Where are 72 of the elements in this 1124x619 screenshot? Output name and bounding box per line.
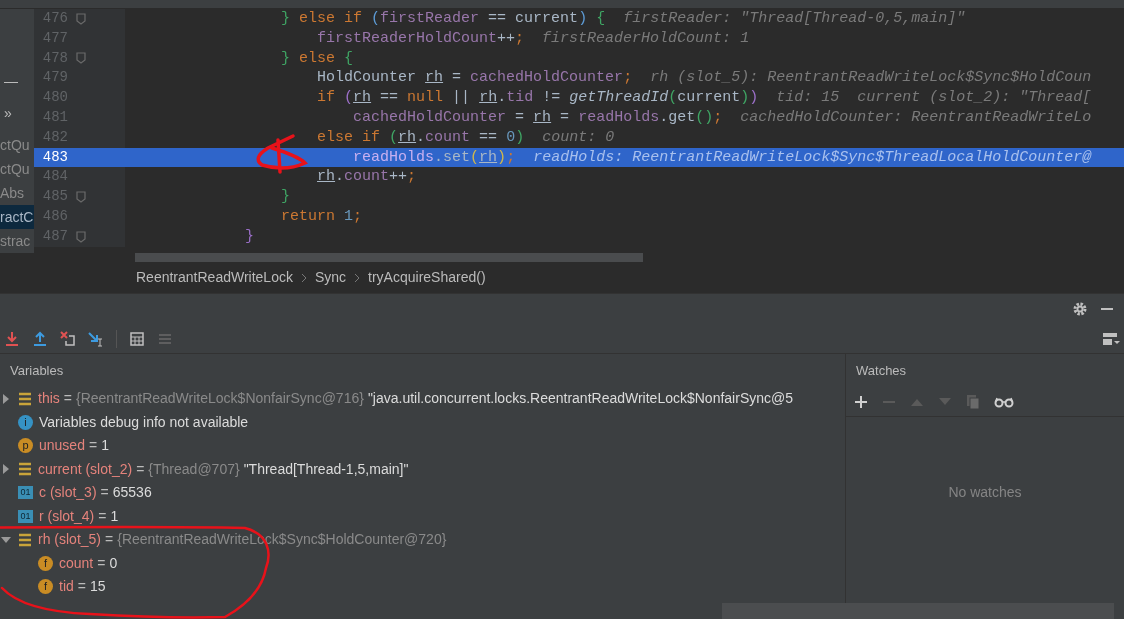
breadcrumb-item[interactable]: ReentrantReadWriteLock xyxy=(136,267,293,288)
primitive-type-icon: 01 xyxy=(18,486,33,500)
panel-title: Variables xyxy=(10,363,64,378)
tree-item[interactable]: Abs xyxy=(0,181,34,205)
inline-value-hint: tid: 15 xyxy=(776,88,840,108)
settings-icon[interactable] xyxy=(1072,301,1088,317)
fold-marker-icon[interactable] xyxy=(76,12,86,25)
tree-item[interactable]: ctQu xyxy=(0,133,34,157)
tree-item[interactable]: ctQu xyxy=(0,157,34,181)
panel-title: Watches xyxy=(856,363,907,378)
inline-value-hint: firstReader: "Thread[Thread-0,5,main]" xyxy=(623,9,966,29)
inline-value-hint: cachedHoldCounter: ReentrantReadWriteLo xyxy=(740,108,1092,128)
plus-icon[interactable] xyxy=(854,394,868,409)
variable-entry: current (slot_2) = {Thread@707} "Thread[Thread-1,5,main]" xyxy=(38,459,409,479)
chevron-icon xyxy=(354,272,361,283)
code-line: if (rh == null || rh.tid != getThreadId(current)) xyxy=(317,88,759,108)
code-line: } else { xyxy=(281,48,354,69)
expand-glyph[interactable]: » xyxy=(0,101,34,133)
breadcrumb-item[interactable]: Sync xyxy=(314,267,347,288)
variable-entry: c (slot_3) = 65536 xyxy=(39,483,152,503)
hand-drawn-mark xyxy=(256,134,307,174)
code-line: HoldCounter rh = cachedHoldCounter; xyxy=(317,68,633,89)
variable-entry: this = {ReentrantReadWriteLock$NonfairSync@716} "java.util.concurrent.locks.ReentrantReadWriteLock$NonfairSync@5 xyxy=(38,389,793,409)
code-line: } xyxy=(281,187,291,207)
fold-marker-icon[interactable] xyxy=(76,52,86,65)
inline-value-hint: current (slot_2): "Thread[ xyxy=(857,88,1092,108)
horizontal-scrollbar[interactable] xyxy=(135,253,643,262)
fold-marker-icon[interactable] xyxy=(76,230,86,243)
primitive-type-icon: 01 xyxy=(18,509,33,523)
inline-value-hint: rh (slot_5): ReentrantReadWriteLock$Sync$HoldCoun xyxy=(650,68,1092,89)
variable-entry: r (slot_4) = 1 xyxy=(39,506,119,526)
info-message: Variables debug info not available xyxy=(39,412,249,432)
copy-icon[interactable] xyxy=(966,393,980,410)
tree-item[interactable]: ractC xyxy=(0,205,34,229)
code-line: firstReaderHoldCount++; xyxy=(317,28,525,49)
glasses-icon[interactable] xyxy=(994,395,1014,408)
layout-icon[interactable] xyxy=(1102,330,1120,347)
cross-arrow-icon[interactable] xyxy=(60,330,76,347)
expanded-arrow-icon[interactable] xyxy=(1,536,11,543)
fold-marker-icon[interactable] xyxy=(76,191,86,204)
down-arrow-icon[interactable] xyxy=(4,330,20,347)
inline-value-hint: count: 0 xyxy=(542,127,615,148)
tree-item[interactable]: strac xyxy=(0,229,34,253)
field-type-icon: f xyxy=(38,579,53,595)
param-type-icon: p xyxy=(18,438,33,454)
table-icon[interactable] xyxy=(129,330,145,347)
collapse-glyph[interactable]: — xyxy=(0,69,34,101)
line-number: 483 xyxy=(41,147,68,167)
code-line: } xyxy=(245,226,255,247)
collapsed-arrow-icon[interactable] xyxy=(3,393,9,404)
code-line: else if (rh.count == 0) xyxy=(317,127,525,148)
code-line: return 1; xyxy=(281,206,363,227)
stack-icon xyxy=(18,532,32,547)
collapsed-arrow-icon[interactable] xyxy=(3,464,9,475)
stack-icon xyxy=(18,391,32,406)
code-line: } else if (firstReader == current) { xyxy=(281,9,606,29)
empty-message: No watches xyxy=(948,482,1022,502)
field-type-icon: f xyxy=(38,555,53,571)
variable-entry: tid = 15 xyxy=(59,577,106,597)
code-line: readHolds.set(rh); xyxy=(353,147,516,168)
variable-entry: count = 0 xyxy=(59,553,118,573)
info-type-icon: i xyxy=(18,414,33,430)
up-arrow-icon[interactable] xyxy=(32,330,48,347)
inline-value-hint: firstReaderHoldCount: 1 xyxy=(542,28,750,49)
code-line: rh.count++; xyxy=(317,167,417,188)
inline-value-hint: readHolds: ReentrantReadWriteLock$Sync$ThreadLocalHoldCounter@ xyxy=(533,147,1092,168)
chevron-icon xyxy=(300,272,307,283)
stack-icon xyxy=(18,462,32,477)
code-line: cachedHoldCounter = rh = readHolds.get(); xyxy=(353,108,723,128)
cursor-arrow-icon[interactable] xyxy=(88,330,104,347)
breadcrumb-item[interactable]: tryAcquireShared() xyxy=(368,267,486,288)
variable-entry: unused = 1 xyxy=(39,436,109,456)
